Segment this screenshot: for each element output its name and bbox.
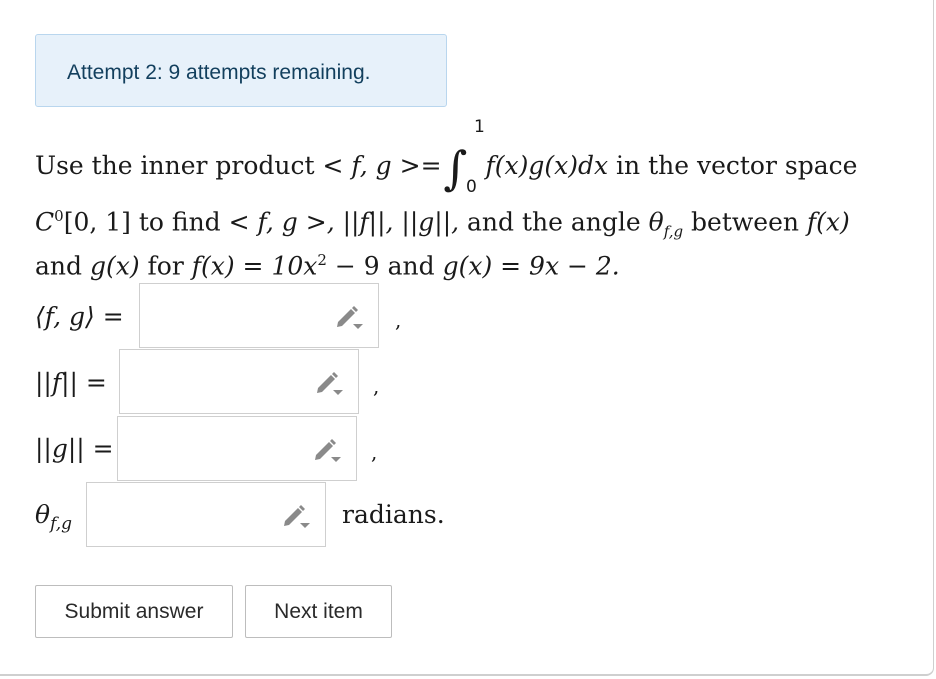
- norm-g-answer-field[interactable]: [117, 416, 357, 481]
- question-text: and: [387, 251, 435, 281]
- angle-label: θf,g: [35, 500, 72, 534]
- integrand: f(x)g(x)dx: [485, 151, 609, 180]
- question-line-3: and g(x) for f(x) = 10x2 − 9 and g(x) = …: [35, 245, 620, 281]
- question-text: for: [147, 251, 184, 281]
- integral-upper-limit: 1: [474, 117, 485, 137]
- inner-product-comma: ,: [395, 308, 402, 332]
- submit-answer-button[interactable]: Submit answer: [35, 585, 233, 638]
- question-text: to find: [138, 207, 221, 237]
- integral-sign: ∫: [443, 141, 468, 195]
- theta-subscript: f,g: [50, 514, 73, 534]
- norm-g-label-text: ||g|| =: [35, 434, 114, 463]
- f-of-x: f(x): [806, 207, 850, 237]
- question-line-1: Use the inner product < f, g >=∫ f(x)g(x)…: [35, 143, 858, 191]
- f-definition: f(x) = 10x: [191, 251, 318, 281]
- f-definition-rest: − 9: [334, 251, 380, 281]
- pencil-dropdown-icon[interactable]: [312, 437, 342, 463]
- norm-g-label: ||g|| =: [35, 434, 114, 463]
- pencil-dropdown-icon[interactable]: [334, 304, 364, 330]
- inner-product-symbol: < f, g >=: [322, 151, 442, 180]
- norm-f-label-text: ||f|| =: [35, 368, 107, 397]
- inner-product-label: ⟨f, g⟩ =: [35, 302, 124, 331]
- interval: [0, 1]: [63, 207, 131, 237]
- theta-symbol: θ: [35, 500, 51, 529]
- pencil-dropdown-icon[interactable]: [281, 503, 311, 529]
- attempts-alert: Attempt 2: 9 attempts remaining.: [35, 34, 447, 107]
- question-text: and the angle: [467, 207, 641, 237]
- pencil-dropdown-icon[interactable]: [314, 370, 344, 396]
- theta-symbol: θ: [648, 207, 664, 237]
- theta-subscript: f,g: [663, 222, 684, 241]
- radians-unit: radians.: [342, 500, 445, 529]
- angle-answer-field[interactable]: [86, 482, 326, 547]
- space-symbol: C: [35, 207, 55, 237]
- question-text: and: [35, 251, 83, 281]
- norm-f-answer-field[interactable]: [119, 349, 359, 414]
- attempts-text: Attempt 2: 9 attempts remaining.: [67, 61, 371, 84]
- norm-f-comma: ,: [373, 374, 380, 398]
- inner-product-answer-field[interactable]: [139, 283, 379, 348]
- next-item-button[interactable]: Next item: [245, 585, 392, 638]
- g-definition: g(x) = 9x − 2.: [442, 251, 620, 281]
- f-exponent: 2: [317, 251, 327, 269]
- inner-product-symbol: < f, g >: [228, 207, 327, 237]
- question-line-2: C0[0, 1] to find < f, g >, ||f||, ||g||,…: [35, 201, 850, 246]
- question-text: in the vector space: [616, 151, 858, 180]
- g-of-x: g(x): [89, 251, 140, 281]
- norm-f-label: ||f|| =: [35, 368, 107, 397]
- question-text: between: [691, 207, 799, 237]
- space-superscript: 0: [54, 207, 64, 225]
- norm-g-comma: ,: [371, 440, 378, 464]
- inner-product-label-text: ⟨f, g⟩ =: [35, 302, 124, 331]
- integral-lower-limit: 0: [466, 177, 477, 197]
- question-text: Use the inner product: [35, 151, 315, 180]
- norm-symbols: , ||f||, ||g||,: [326, 207, 460, 237]
